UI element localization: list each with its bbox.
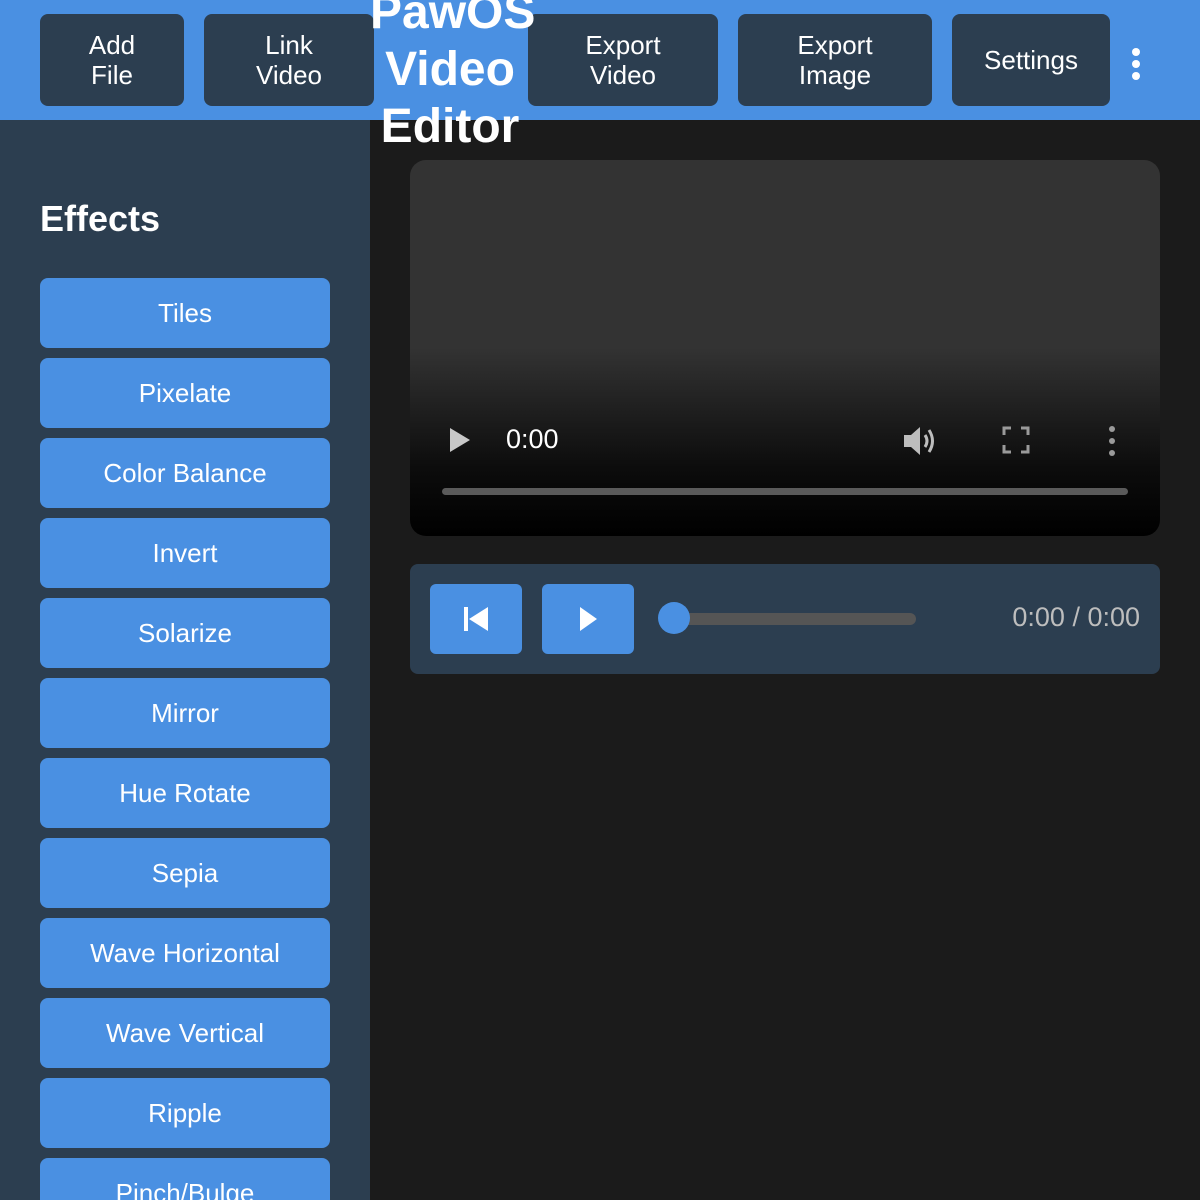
effect-button-mirror[interactable]: Mirror [40, 678, 330, 748]
effect-button-wave-vertical[interactable]: Wave Vertical [40, 998, 330, 1068]
play-icon[interactable] [450, 428, 470, 452]
video-current-time: 0:00 [506, 424, 559, 454]
effect-button-color-balance[interactable]: Color Balance [40, 438, 330, 508]
effect-button-hue-rotate[interactable]: Hue Rotate [40, 758, 330, 828]
time-readout: 0:00 / 0:00 [1012, 602, 1140, 632]
kebab-dot [1132, 48, 1140, 56]
kebab-dot [1109, 426, 1115, 432]
effect-button-tiles[interactable]: Tiles [40, 278, 330, 348]
volume-icon[interactable] [902, 424, 938, 458]
settings-button[interactable]: Settings [952, 14, 1110, 106]
export-video-button[interactable]: Export Video [528, 14, 718, 106]
skip-back-icon [464, 607, 488, 631]
playback-controls: 0:00 / 0:00 [410, 564, 1160, 674]
video-player[interactable]: 0:00 [410, 160, 1160, 536]
effect-button-invert[interactable]: Invert [40, 518, 330, 588]
restart-button[interactable] [430, 584, 522, 654]
more-vertical-icon[interactable] [1106, 426, 1118, 456]
effects-sidebar: Effects Tiles Pixelate Color Balance Inv… [0, 120, 370, 1200]
play-button[interactable] [542, 584, 634, 654]
app-title: PawOS Video Editor [370, 0, 536, 153]
play-icon [580, 607, 597, 631]
effect-button-pixelate[interactable]: Pixelate [40, 358, 330, 428]
effect-button-solarize[interactable]: Solarize [40, 598, 330, 668]
link-video-button[interactable]: Link Video [204, 14, 374, 106]
effect-button-sepia[interactable]: Sepia [40, 838, 330, 908]
add-file-button[interactable]: Add File [40, 14, 184, 106]
effects-heading: Effects [40, 198, 161, 239]
more-vertical-icon[interactable] [1122, 44, 1150, 84]
export-image-button[interactable]: Export Image [738, 14, 932, 106]
kebab-dot [1132, 60, 1140, 68]
effect-button-pinch-bulge[interactable]: Pinch/Bulge [40, 1158, 330, 1200]
seek-slider-track[interactable] [660, 613, 916, 625]
kebab-dot [1109, 450, 1115, 456]
kebab-dot [1132, 72, 1140, 80]
effects-list: Tiles Pixelate Color Balance Invert Sola… [40, 278, 330, 1200]
seek-slider-thumb[interactable] [658, 602, 690, 634]
effect-button-wave-horizontal[interactable]: Wave Horizontal [40, 918, 330, 988]
effect-button-ripple[interactable]: Ripple [40, 1078, 330, 1148]
video-progress-bar[interactable] [442, 488, 1128, 495]
top-toolbar: Add File Link Video PawOS Video Editor E… [0, 0, 1200, 153]
kebab-dot [1109, 438, 1115, 444]
fullscreen-icon[interactable] [1002, 426, 1030, 454]
